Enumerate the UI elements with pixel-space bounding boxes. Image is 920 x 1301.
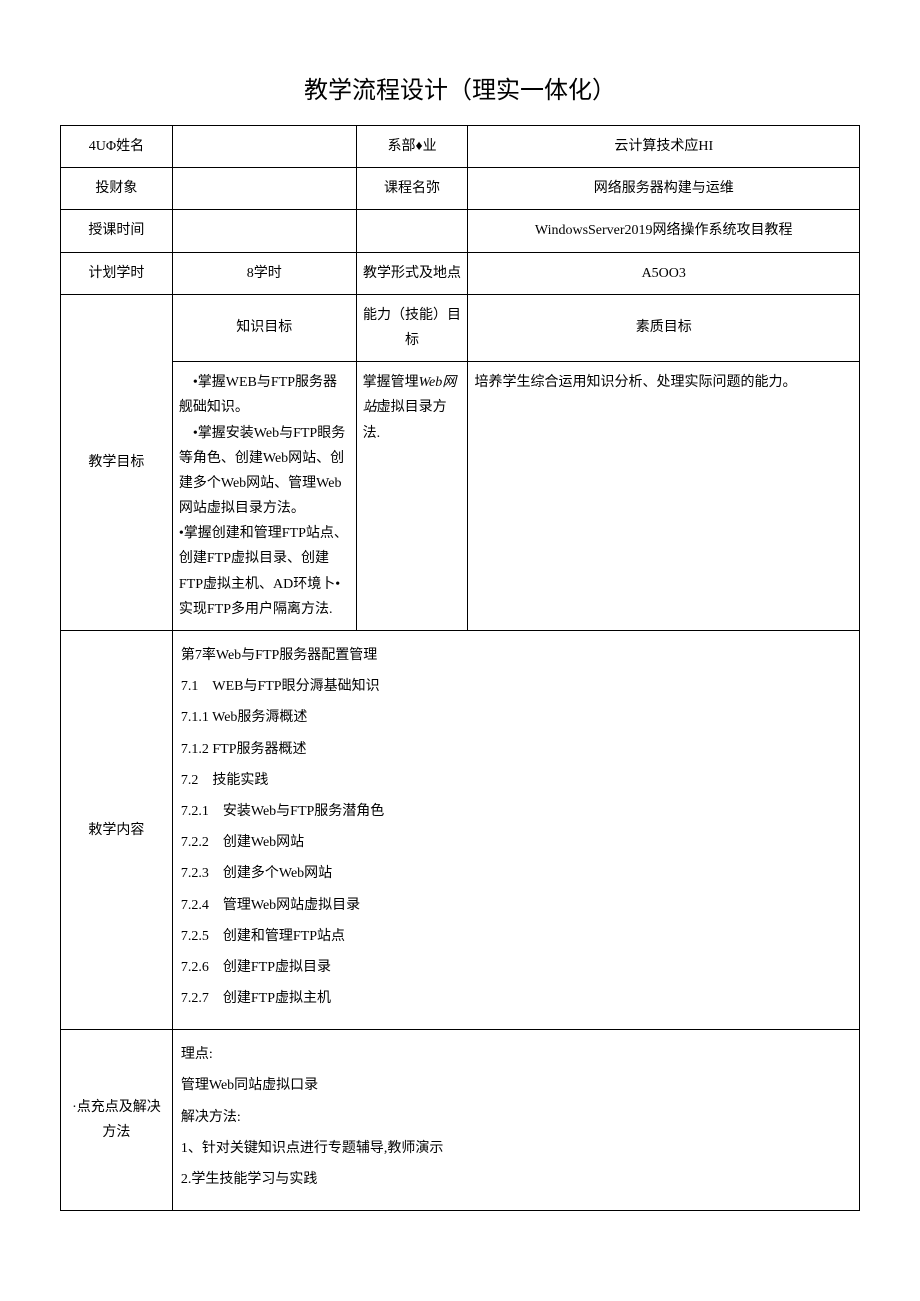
label-planned-hours: 计划学时 bbox=[61, 252, 173, 294]
difficulty-line: 理点: bbox=[181, 1042, 851, 1067]
table-row: 计划学时 8学时 教学形式及地点 A5OO3 bbox=[61, 252, 860, 294]
table-row: 4UΦ姓名 系部♦业 云计算技术应HI bbox=[61, 126, 860, 168]
content-quality-goal: 培养学生综合运用知识分析、处理实际问题的能力。 bbox=[468, 362, 860, 631]
difficulty-line: 管理Web同站虚拟口录 bbox=[181, 1073, 851, 1098]
content-line: 7.1.1 Web服务溽概述 bbox=[181, 705, 851, 730]
content-line: 7.2.1 安装Web与FTP服务潜角色 bbox=[181, 799, 851, 824]
content-difficulty: 理点: 管理Web同站虚拟口录解决方法: 1、针对关键知识点进行专题辅导,教师演示 2… bbox=[172, 1030, 859, 1211]
label-teaching-goals: 教学目标 bbox=[61, 294, 173, 630]
table-row: 投财象 课程名弥 网络服务器构建与运维 bbox=[61, 168, 860, 210]
label-department: 系部♦业 bbox=[356, 126, 468, 168]
header-knowledge-goal: 知识目标 bbox=[172, 294, 356, 361]
content-line: 7.2.4 管理Web网站虚拟目录 bbox=[181, 893, 851, 918]
label-textbook bbox=[356, 210, 468, 252]
page-title: 教学流程设计（理实一体化） bbox=[60, 70, 860, 105]
table-row: 授课时间 WindowsServer2019网络操作系统攻目教程 bbox=[61, 210, 860, 252]
table-row: 教学目标 知识目标 能力（技能）目标 素质目标 bbox=[61, 294, 860, 361]
content-line: 7.2.5 创建和管理FTP站点 bbox=[181, 924, 851, 949]
label-teach-form: 教学形式及地点 bbox=[356, 252, 468, 294]
content-line: 7.2.7 创建FTP虚拟主机 bbox=[181, 986, 851, 1011]
value-department: 云计算技术应HI bbox=[468, 126, 860, 168]
content-line: 7.1.2 FTP服务器概述 bbox=[181, 737, 851, 762]
content-line: 7.2.3 创建多个Web网站 bbox=[181, 861, 851, 886]
label-teaching-content: 敕学内容 bbox=[61, 631, 173, 1030]
content-skill-goal: 掌握管埋Web网站虚拟目录方法. bbox=[356, 362, 468, 631]
table-row: •掌握WEB与FTP服务器舰础知识。 •掌握安装Web与FTP眼务等角色、创建W… bbox=[61, 362, 860, 631]
value-planned-hours: 8学时 bbox=[172, 252, 356, 294]
difficulty-line: 解决方法: bbox=[181, 1105, 851, 1130]
content-line: 7.2.6 创建FTP虚拟目录 bbox=[181, 955, 851, 980]
value-teach-time bbox=[172, 210, 356, 252]
value-textbook: WindowsServer2019网络操作系统攻目教程 bbox=[468, 210, 860, 252]
label-difficulty: ·点充点及解决方法 bbox=[61, 1030, 173, 1211]
value-course-name: 网络服务器构建与运维 bbox=[468, 168, 860, 210]
table-row: 敕学内容 第7率Web与FTP服务器配置管理 7.1 WEB与FTP眼分溽基础知识… bbox=[61, 631, 860, 1030]
value-target bbox=[172, 168, 356, 210]
difficulty-line: 1、针对关键知识点进行专题辅导,教师演示 bbox=[181, 1136, 851, 1161]
label-teacher-name: 4UΦ姓名 bbox=[61, 126, 173, 168]
content-line: 7.1 WEB与FTP眼分溽基础知识 bbox=[181, 674, 851, 699]
value-teach-form: A5OO3 bbox=[468, 252, 860, 294]
value-teacher-name bbox=[172, 126, 356, 168]
difficulty-line: 2.学生技能学习与实践 bbox=[181, 1167, 851, 1192]
skill-goal-text-a: 掌握管埋 bbox=[363, 375, 419, 390]
content-line: 7.2 技能实践 bbox=[181, 768, 851, 793]
table-row: ·点充点及解决方法 理点: 管理Web同站虚拟口录解决方法: 1、针对关键知识点进行… bbox=[61, 1030, 860, 1211]
label-target: 投财象 bbox=[61, 168, 173, 210]
content-teaching-content: 第7率Web与FTP服务器配置管理 7.1 WEB与FTP眼分溽基础知识 7.1.1… bbox=[172, 631, 859, 1030]
content-line: 第7率Web与FTP服务器配置管理 bbox=[181, 643, 851, 668]
content-knowledge-goal: •掌握WEB与FTP服务器舰础知识。 •掌握安装Web与FTP眼务等角色、创建W… bbox=[172, 362, 356, 631]
lesson-plan-table: 4UΦ姓名 系部♦业 云计算技术应HI 投财象 课程名弥 网络服务器构建与运维 … bbox=[60, 125, 860, 1211]
header-skill-goal: 能力（技能）目标 bbox=[356, 294, 468, 361]
label-teach-time: 授课时间 bbox=[61, 210, 173, 252]
label-course-name: 课程名弥 bbox=[356, 168, 468, 210]
header-quality-goal: 素质目标 bbox=[468, 294, 860, 361]
content-line: 7.2.2 创建Web网站 bbox=[181, 830, 851, 855]
